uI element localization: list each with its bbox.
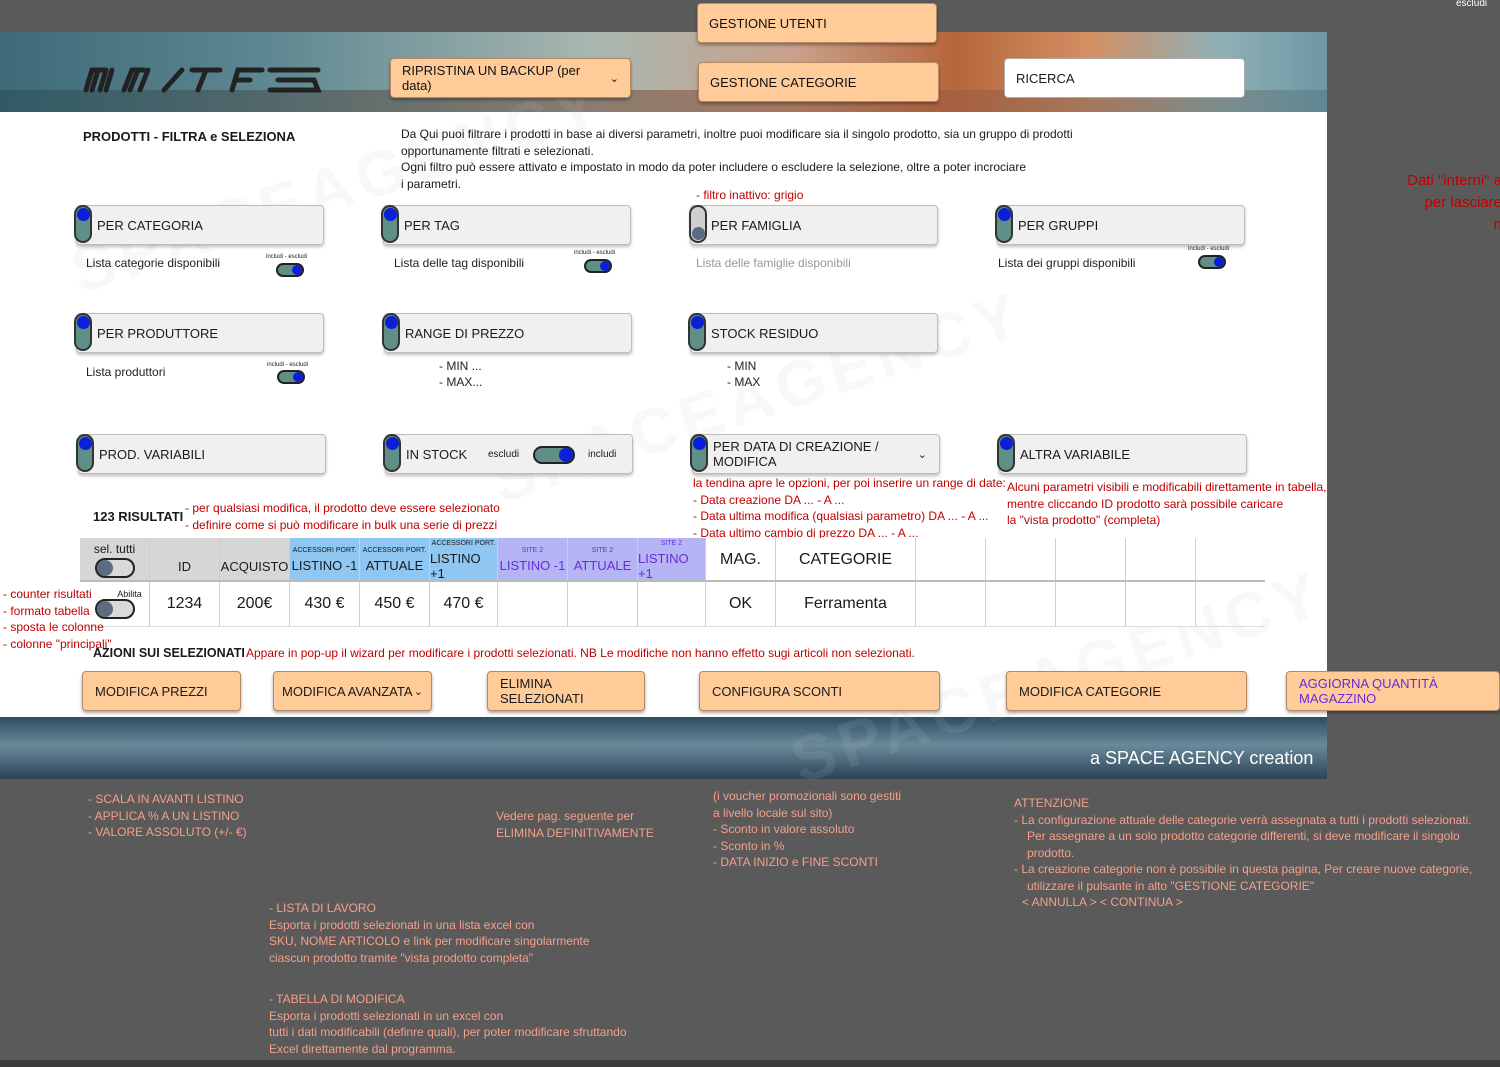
filter-sub: Lista produttori	[86, 365, 166, 379]
filter-toggle[interactable]	[690, 434, 708, 472]
stock-minmax: - MIN - MAX	[727, 359, 761, 389]
modifica-avanzata-dropdown[interactable]: MODIFICA AVANZATA ⌄	[273, 671, 432, 711]
include-exclude-toggle[interactable]	[1198, 255, 1226, 269]
column-site2-attuale[interactable]: SITE 2 ATTUALE	[568, 538, 638, 582]
search-input[interactable]: RICERCA	[1004, 58, 1245, 98]
filter-prod-variabili[interactable]: PROD. VARIABILI	[78, 434, 326, 474]
side-note: Dati "interni" a per lasciare n	[1407, 172, 1500, 233]
cell-attuale[interactable]: 450 €	[360, 582, 430, 626]
sconti-notes: (i voucher promozionali sono gestiti a li…	[713, 789, 902, 869]
cell-acquisto[interactable]: 200€	[220, 582, 290, 626]
page-title: PRODOTTI - FILTRA e SELEZIONA	[83, 129, 296, 144]
date-note: la tendina apre le opzioni, per poi inse…	[693, 476, 1006, 540]
column-acc-listino-minus[interactable]: ACCESSORI PORT. LISTINO -1	[290, 538, 360, 582]
include-exclude-label: includi - escludi	[574, 250, 616, 256]
gestione-categorie-button[interactable]: GESTIONE CATEGORIE	[698, 62, 939, 102]
column-acc-attuale[interactable]: ACCESSORI PORT. ATTUALE	[360, 538, 430, 582]
filter-stock-residuo[interactable]: STOCK RESIDUO	[690, 313, 938, 353]
filter-per-data-dropdown[interactable]: PER DATA DI CREAZIONE / MODIFICA ⌄	[692, 434, 940, 474]
column-empty	[1126, 538, 1196, 626]
tabella-modifica-notes: - TABELLA DI MODIFICA Esporta i prodotti…	[269, 992, 627, 1056]
filter-sub: Lista delle tag disponibili	[394, 256, 525, 270]
filter-per-tag[interactable]: PER TAG	[383, 205, 631, 245]
actions-title: AZIONI SUI SELEZIONATI	[93, 646, 245, 660]
column-empty	[916, 538, 986, 626]
categorie-notes: ATTENZIONE - La configurazione attuale d…	[1014, 796, 1473, 909]
include-exclude-label: includi - escludi	[1188, 246, 1230, 252]
filter-per-produttore[interactable]: PER PRODUTTORE	[76, 313, 324, 353]
filter-sub: Lista dei gruppi disponibili	[998, 256, 1136, 270]
column-acquisto[interactable]: ACQUISTO	[220, 538, 290, 582]
mars-logo	[83, 67, 322, 93]
table-note: Alcuni parametri visibili e modificabili…	[1007, 480, 1327, 527]
include-exclude-toggle[interactable]	[276, 263, 304, 277]
actions-note: Appare in pop-up il wizard per modificar…	[246, 646, 915, 660]
aggiorna-quantita-button[interactable]: AGGIORNA QUANTITÀ MAGAZZINO	[1286, 671, 1500, 711]
range-minmax: - MIN ... - MAX...	[439, 359, 483, 389]
inactive-note: - filtro inattivo: grigio	[696, 188, 804, 202]
intro-text: Da Qui puoi filtrare i prodotti in base …	[401, 127, 1073, 191]
filter-per-categoria[interactable]: PER CATEGORIA	[76, 205, 324, 245]
bottom-bar	[0, 1060, 1500, 1067]
filter-toggle[interactable]	[383, 434, 401, 472]
filter-range-prezzo[interactable]: RANGE DI PREZZO	[384, 313, 632, 353]
filter-toggle[interactable]	[381, 205, 399, 243]
filter-toggle[interactable]	[382, 313, 400, 351]
cell-categorie[interactable]: Ferramenta	[776, 582, 916, 626]
chevron-down-icon: ⌄	[917, 448, 927, 461]
column-acc-listino-plus[interactable]: ACCESSORI PORT. LISTINO +1	[430, 538, 498, 582]
include-exclude-label: includi - escludi	[266, 254, 308, 260]
ripristina-backup-dropdown[interactable]: RIPRISTINA UN BACKUP (per data) ⌄	[390, 58, 631, 98]
modifica-prezzi-button[interactable]: MODIFICA PREZZI	[82, 671, 241, 711]
filter-toggle[interactable]	[76, 434, 94, 472]
include-exclude-toggle[interactable]	[584, 259, 612, 273]
filter-toggle[interactable]	[74, 205, 92, 243]
cell-listino-minus[interactable]: 430 €	[290, 582, 360, 626]
filter-sub: Lista delle famiglie disponibili	[696, 256, 851, 270]
chevron-down-icon: ⌄	[609, 72, 619, 85]
cell-empty[interactable]	[638, 582, 706, 626]
include-exclude-toggle[interactable]	[277, 370, 305, 384]
filter-toggle[interactable]	[688, 313, 706, 351]
in-stock-escludi-label: escludi	[488, 449, 520, 460]
column-empty	[986, 538, 1056, 626]
select-all-toggle[interactable]	[94, 558, 135, 578]
cell-listino-plus[interactable]: 470 €	[430, 582, 498, 626]
corner-label: escludi	[1456, 0, 1488, 9]
elimina-selezionati-button[interactable]: ELIMINA SELEZIONATI	[487, 671, 645, 711]
column-site2-listino-plus[interactable]: SITE 2 LISTINO +1	[638, 538, 706, 582]
column-mag[interactable]: MAG.	[706, 538, 776, 582]
filter-altra-variabile[interactable]: ALTRA VARIABILE	[999, 434, 1247, 474]
column-categorie[interactable]: CATEGORIE	[776, 538, 916, 582]
in-stock-includi-label: includi	[588, 449, 617, 460]
filter-toggle-inactive[interactable]	[689, 205, 707, 243]
elimina-notes: Vedere pag. seguente per ELIMINA DEFINITI…	[496, 809, 654, 840]
filter-toggle[interactable]	[74, 313, 92, 351]
in-stock-toggle[interactable]	[533, 446, 575, 464]
lista-lavoro-notes: - LISTA DI LAVORO Esporta i prodotti sel…	[269, 901, 590, 965]
filter-toggle[interactable]	[995, 205, 1013, 243]
footer-credit: a SPACE AGENCY creation	[1090, 748, 1314, 768]
filter-per-famiglia[interactable]: PER FAMIGLIA	[690, 205, 938, 245]
filter-per-gruppi[interactable]: PER GRUPPI	[997, 205, 1245, 245]
cell-empty[interactable]	[568, 582, 638, 626]
column-id[interactable]: ID	[150, 538, 220, 582]
results-count: 123 RISULTATI	[93, 509, 184, 524]
results-notes: - per qualsiasi modifica, il prodotto de…	[185, 501, 500, 532]
column-empty	[1056, 538, 1126, 626]
include-exclude-label: includi - escludi	[267, 362, 309, 368]
prezzi-notes: - SCALA IN AVANTI LISTINO - APPLICA % A …	[88, 792, 247, 839]
column-site2-listino-minus[interactable]: SITE 2 LISTINO -1	[498, 538, 568, 582]
gestione-utenti-button[interactable]: GESTIONE UTENTI	[697, 3, 937, 43]
left-notes: - counter risultati - formato tabella - …	[3, 587, 112, 651]
filter-toggle[interactable]	[997, 434, 1015, 472]
cell-empty[interactable]	[498, 582, 568, 626]
filter-sub: Lista categorie disponibili	[86, 256, 221, 270]
modifica-categorie-button[interactable]: MODIFICA CATEGORIE	[1006, 671, 1247, 711]
cell-id[interactable]: 1234	[150, 582, 220, 626]
configura-sconti-button[interactable]: CONFIGURA SCONTI	[699, 671, 940, 711]
chevron-down-icon: ⌄	[413, 685, 423, 698]
select-all-header[interactable]: sel. tutti	[80, 538, 150, 582]
cell-mag[interactable]: OK	[706, 582, 776, 626]
